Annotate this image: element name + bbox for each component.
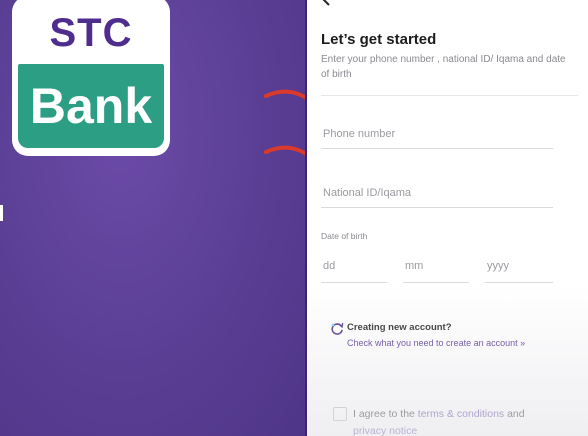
refresh-icon [331, 322, 344, 335]
new-account-info-card: Creating new account? Check what you nee… [321, 313, 553, 355]
terms-agreement: I agree to the terms & conditions and pr… [321, 396, 561, 436]
agree-text: I agree to the terms & conditions and pr… [353, 406, 525, 436]
dob-month-input[interactable] [403, 249, 469, 283]
privacy-notice-link[interactable]: privacy notice [353, 425, 417, 436]
divider [321, 95, 578, 96]
agree-checkbox[interactable] [333, 407, 347, 421]
phone-screen: Let’s get started Enter your phone numbe… [305, 0, 588, 436]
dob-label: Date of birth [321, 231, 368, 241]
edge-mark [0, 205, 3, 221]
logo-top: STC [12, 0, 170, 66]
terms-link[interactable]: terms & conditions [418, 408, 504, 420]
national-id-input[interactable] [321, 178, 553, 208]
agree-prefix: I agree to the [353, 408, 418, 420]
phone-number-input[interactable] [321, 119, 553, 149]
logo-bank-text: Bank [29, 78, 153, 134]
agree-middle: and [504, 408, 525, 420]
page-title: Let’s get started [321, 31, 437, 48]
create-account-requirements-link[interactable]: Check what you need to create an account… [347, 338, 525, 348]
logo-stc-text: STC [49, 10, 133, 55]
dob-day-input[interactable] [321, 249, 387, 283]
back-button[interactable] [321, 0, 331, 11]
double-chevron-right-icon: » [520, 338, 526, 348]
logo-bottom: Bank [18, 64, 164, 148]
info-text: Creating new account? Check what you nee… [347, 322, 525, 348]
chevron-left-icon [322, 0, 330, 6]
page-subtitle: Enter your phone number , national ID/ I… [321, 54, 566, 80]
info-title: Creating new account? [347, 322, 452, 333]
dob-year-input[interactable] [485, 249, 553, 283]
stc-bank-logo: STC Bank [12, 0, 170, 156]
info-link-text: Check what you need to create an account [347, 338, 518, 348]
